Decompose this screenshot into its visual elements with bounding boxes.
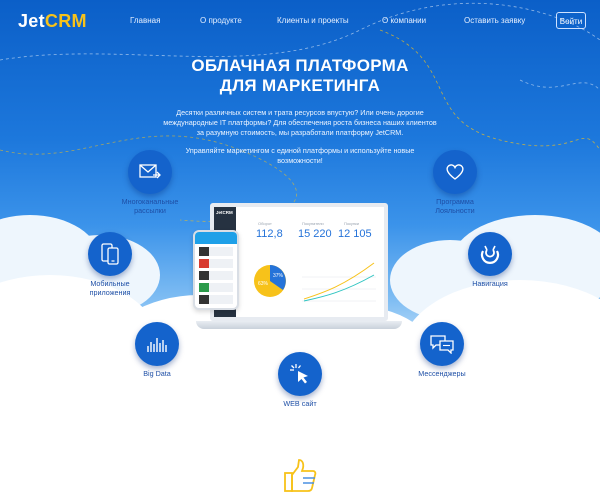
feature-circle[interactable] — [433, 150, 477, 194]
feature-web[interactable]: WEB сайт — [255, 352, 345, 409]
feature-mailing[interactable]: Многоканальные рассылки — [105, 150, 195, 215]
pie-label: 63% — [258, 281, 269, 287]
chat-bubbles-icon — [430, 335, 454, 354]
feature-bigdata[interactable]: Big Data — [112, 322, 202, 379]
feature-loyalty[interactable]: Программа Лояльности — [410, 150, 500, 215]
feature-label: Мессенджеры — [397, 369, 487, 379]
feature-circle[interactable] — [278, 352, 322, 396]
feature-messengers[interactable]: Мессенджеры — [397, 322, 487, 379]
nav-link-company[interactable]: О компании — [382, 16, 426, 25]
feature-circle[interactable] — [420, 322, 464, 366]
title-line: ОБЛАЧНАЯ ПЛАТФОРМА — [191, 56, 409, 75]
phone-list-item — [199, 247, 233, 256]
stat-value: 112,8 — [256, 228, 283, 240]
phone-list-item — [199, 283, 233, 292]
feature-circle[interactable] — [135, 322, 179, 366]
feature-label-line: рассылки — [134, 205, 166, 215]
feature-mobile[interactable]: Мобильные приложения — [65, 232, 155, 297]
nav-link-product[interactable]: О продукте — [200, 16, 242, 25]
feature-label: Программа Лояльности — [410, 197, 500, 215]
phone-header — [195, 232, 237, 244]
stat-label: Покупки — [344, 221, 360, 226]
pie-label: 37% — [273, 273, 284, 279]
thumbs-up-icon — [284, 459, 317, 492]
navigation-icon — [480, 245, 500, 264]
page-title: ОБЛАЧНАЯ ПЛАТФОРМА ДЛЯ МАРКЕТИНГА — [0, 56, 600, 96]
feature-label: Навигация — [445, 279, 535, 289]
logo-text-accent: CRM — [44, 11, 87, 31]
feature-circle[interactable] — [88, 232, 132, 276]
hero-subtext: Управляйте маркетингом с единой платформ… — [185, 146, 415, 165]
logo-text: Jet — [18, 11, 45, 31]
title-line: ДЛЯ МАРКЕТИНГА — [219, 76, 381, 95]
dashboard-logo: JetCRM — [216, 210, 233, 215]
feature-label-line: Навигация — [472, 279, 508, 288]
laptop-base — [196, 321, 402, 329]
line-chart — [302, 262, 376, 302]
mobile-devices-icon — [101, 243, 119, 265]
heart-icon — [446, 164, 464, 180]
stat-value: 12 105 — [338, 228, 372, 240]
bar-chart-icon — [147, 338, 167, 352]
stat-label: Оборот — [258, 221, 272, 226]
feature-circle[interactable] — [128, 150, 172, 194]
feature-label: Мобильные приложения — [65, 279, 155, 297]
logo[interactable]: JetCRM — [18, 11, 87, 32]
feature-label: Big Data — [112, 369, 202, 379]
feature-navigation[interactable]: Навигация — [445, 232, 535, 289]
feature-label: WEB сайт — [255, 399, 345, 409]
pie-chart: 63% 37% — [254, 265, 286, 297]
login-button[interactable]: Войти — [556, 12, 586, 29]
phone-mockup — [193, 230, 239, 310]
stat-label: Покупатели — [302, 221, 324, 226]
feature-label-line: Big Data — [143, 369, 171, 378]
nav-link-request[interactable]: Оставить заявку — [464, 16, 525, 25]
feature-label-line: Мессенджеры — [418, 369, 466, 378]
stat-value: 15 220 — [298, 228, 332, 240]
cursor-click-icon — [290, 364, 308, 384]
phone-list-item — [199, 259, 233, 268]
feature-label-line: приложения — [89, 287, 131, 297]
phone-list-item — [199, 295, 233, 304]
nav-link-clients[interactable]: Клиенты и проекты — [277, 16, 349, 25]
hero-description: Десятки различных систем и трата ресурсо… — [163, 108, 437, 137]
feature-label-line: Лояльности — [435, 205, 475, 215]
feature-label-line: WEB сайт — [283, 399, 317, 408]
phone-list-item — [199, 271, 233, 280]
envelope-send-icon — [139, 164, 161, 179]
nav-link-home[interactable]: Главная — [130, 16, 160, 25]
feature-label: Многоканальные рассылки — [105, 197, 195, 215]
feature-circle[interactable] — [468, 232, 512, 276]
